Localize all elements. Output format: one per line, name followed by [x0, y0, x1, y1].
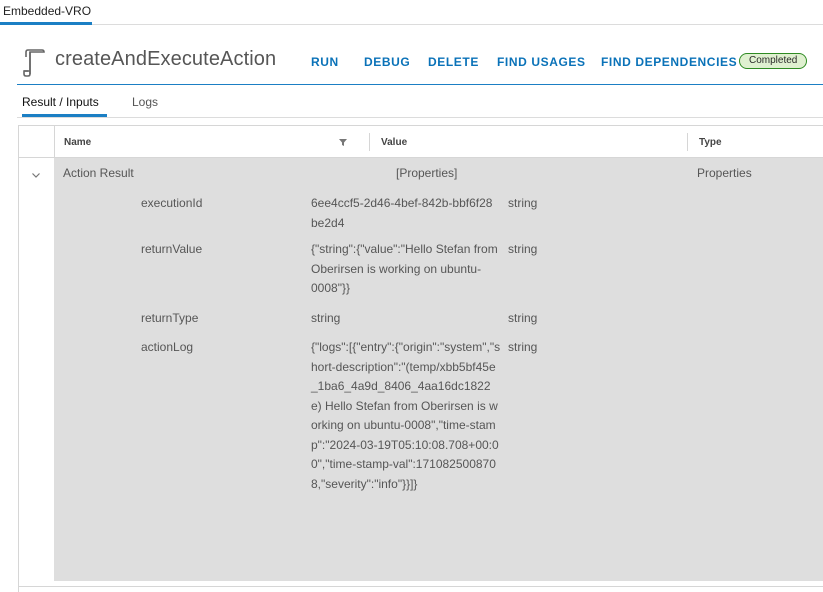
- row-name: Action Result: [63, 166, 134, 180]
- tab-logs[interactable]: Logs: [132, 95, 158, 109]
- find-dependencies-button[interactable]: FIND DEPENDENCIES: [601, 55, 737, 69]
- tab-result-inputs[interactable]: Result / Inputs: [22, 95, 99, 109]
- column-separator[interactable]: [687, 133, 688, 151]
- tab-bar: Embedded-VRO: [0, 0, 823, 25]
- grid-body: Action Result [Properties] Properties ex…: [54, 158, 823, 581]
- column-header-value[interactable]: Value: [381, 137, 407, 148]
- row-name: actionLog: [141, 340, 194, 354]
- column-separator[interactable]: [369, 133, 370, 151]
- chevron-down-icon[interactable]: [30, 169, 42, 181]
- row-name: returnType: [141, 311, 199, 325]
- subtab-divider: [17, 117, 823, 118]
- row-value: {"logs":[{"entry":{"origin":"system","sh…: [311, 340, 501, 491]
- header-divider: [17, 84, 823, 85]
- row-type: Properties: [697, 166, 752, 180]
- row-value: string: [311, 311, 341, 325]
- row-type: string: [508, 196, 538, 210]
- row-type: string: [508, 242, 538, 256]
- column-separator: [54, 126, 55, 158]
- delete-button[interactable]: DELETE: [428, 55, 479, 69]
- result-grid: Name Value Type Action Result [Propertie…: [18, 125, 823, 592]
- debug-button[interactable]: DEBUG: [364, 55, 410, 69]
- grid-footer-divider: [19, 586, 823, 587]
- active-tab-indicator: [0, 22, 92, 25]
- row-value: {"string":{"value":"Hello Stefan from Ob…: [311, 242, 498, 295]
- row-type: string: [508, 340, 538, 354]
- find-usages-button[interactable]: FIND USAGES: [497, 55, 586, 69]
- filter-icon[interactable]: [337, 136, 349, 148]
- status-badge: Completed: [739, 53, 808, 69]
- expand-column: [19, 158, 54, 592]
- column-header-type[interactable]: Type: [699, 137, 722, 148]
- row-name: executionId: [141, 196, 203, 210]
- column-header-name[interactable]: Name: [64, 137, 91, 148]
- run-button[interactable]: RUN: [311, 55, 339, 69]
- grid-header: Name Value Type: [19, 126, 823, 158]
- row-name: returnValue: [141, 242, 203, 256]
- row-value: 6ee4ccf5-2d46-4bef-842b-bbf6f28be2d4: [311, 196, 493, 230]
- tab-embedded-vro[interactable]: Embedded-VRO: [3, 4, 91, 18]
- row-value: [Properties]: [396, 166, 458, 180]
- script-document-icon: [23, 49, 45, 77]
- page-title: createAndExecuteAction: [55, 48, 277, 70]
- row-type: string: [508, 311, 538, 325]
